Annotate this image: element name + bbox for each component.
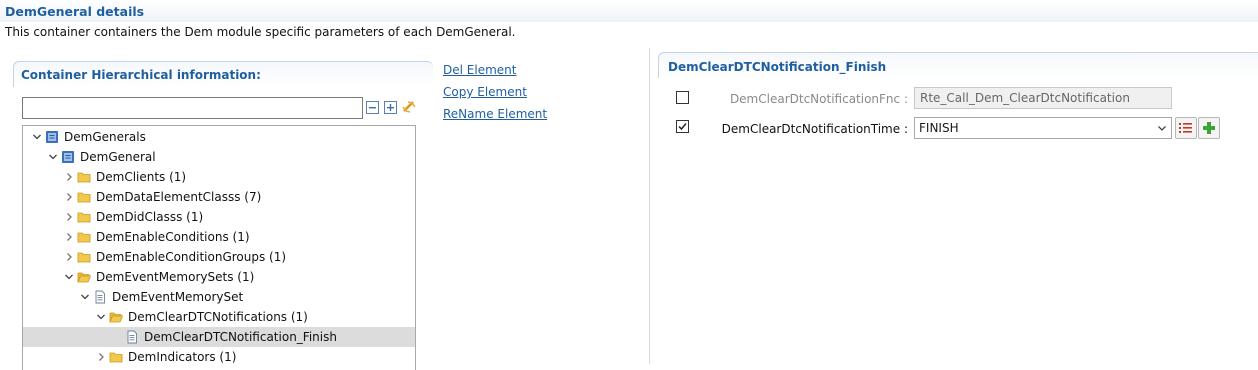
tree-node[interactable]: DemDidClasss (1) (23, 207, 415, 227)
chevron-down-icon[interactable] (47, 151, 59, 163)
chevron-right-icon[interactable] (63, 171, 75, 183)
expand-all-icon[interactable] (384, 101, 397, 114)
section-description: This container containers the Dem module… (5, 25, 516, 39)
folder-icon (77, 230, 91, 244)
tree-node[interactable]: DemEventMemorySet (23, 287, 415, 307)
folder-icon (77, 250, 91, 264)
module-icon (61, 150, 75, 164)
section-title: DemGeneral details (5, 4, 145, 19)
add-icon[interactable] (1198, 117, 1220, 139)
details-header-bar (0, 0, 1258, 22)
chevron-right-icon[interactable] (63, 251, 75, 263)
folder-open-icon (77, 270, 92, 284)
folder-icon (109, 350, 123, 364)
tree-node-label: DemClearDTCNotifications (1) (128, 310, 308, 324)
chevron-right-icon[interactable] (95, 351, 107, 363)
tree-node[interactable]: DemEnableConditions (1) (23, 227, 415, 247)
tree-node[interactable]: DemDataElementClasss (7) (23, 187, 415, 207)
chevron-down-icon[interactable] (63, 271, 75, 283)
detail-panel-header: DemClearDTCNotification_Finish (658, 52, 1258, 78)
collapse-all-icon[interactable] (366, 101, 379, 114)
tree-filter-input[interactable] (22, 97, 363, 119)
detail-panel-title: DemClearDTCNotification_Finish (668, 60, 887, 74)
folder-icon (77, 170, 91, 184)
tree-node[interactable]: DemEnableConditionGroups (1) (23, 247, 415, 267)
chevron-down-icon (1157, 122, 1167, 136)
tree-node-label: DemIndicators (1) (128, 350, 237, 364)
folder-open-icon (109, 310, 124, 324)
chevron-right-icon[interactable] (63, 211, 75, 223)
param-fnc-label: DemClearDtcNotificationFnc : (729, 92, 908, 106)
folder-icon (77, 210, 91, 224)
param-time-label: DemClearDtcNotificationTime : (721, 122, 908, 136)
panel-divider (649, 48, 650, 364)
chevron-down-icon[interactable] (31, 131, 43, 143)
document-icon (93, 290, 107, 304)
param-time-checkbox[interactable] (676, 120, 689, 133)
hierarchy-panel-title: Container Hierarchical information: (21, 68, 261, 82)
module-icon (45, 130, 59, 144)
tree-node-label: DemClients (1) (96, 170, 187, 184)
tree-node[interactable]: DemIndicators (1) (23, 347, 415, 367)
tree-node-label: DemDataElementClasss (7) (96, 190, 262, 204)
sync-link-icon[interactable] (401, 99, 417, 115)
tree-node-label: DemEventMemorySet (112, 290, 244, 304)
tree-node[interactable]: DemGenerals (23, 127, 415, 147)
param-fnc-checkbox[interactable] (676, 91, 689, 104)
chevron-down-icon[interactable] (79, 291, 91, 303)
list-icon[interactable] (1175, 117, 1197, 139)
copy-element-link[interactable]: Copy Element (443, 85, 527, 99)
tree-node[interactable]: DemGeneral (23, 147, 415, 167)
hierarchy-tree[interactable]: DemGenerals DemGeneral DemClients (1) DemDa… (22, 125, 416, 370)
tree-node[interactable]: DemClearDTCNotification_Finish (23, 327, 415, 347)
param-time-value: FINISH (919, 121, 959, 135)
chevron-right-icon[interactable] (63, 191, 75, 203)
tree-node-label: DemGeneral (80, 150, 156, 164)
folder-icon (77, 190, 91, 204)
tree-node-label: DemClearDTCNotification_Finish (144, 330, 337, 344)
chevron-right-icon[interactable] (63, 231, 75, 243)
param-time-select[interactable]: FINISH (914, 117, 1172, 139)
hierarchy-panel-header: Container Hierarchical information: (13, 61, 433, 87)
tree-node[interactable]: DemEventMemorySets (1) (23, 267, 415, 287)
document-icon (125, 330, 139, 344)
tree-node-label: DemEventMemorySets (1) (96, 270, 255, 284)
tree-node[interactable]: DemClients (1) (23, 167, 415, 187)
tree-node-label: DemDidClasss (1) (96, 210, 204, 224)
tree-node-label: DemEnableConditionGroups (1) (96, 250, 287, 264)
param-fnc-field[interactable]: Rte_Call_Dem_ClearDtcNotification (914, 87, 1172, 109)
chevron-down-icon[interactable] (95, 311, 107, 323)
delete-element-link[interactable]: Del Element (443, 63, 516, 77)
tree-node-label: DemGenerals (64, 130, 146, 144)
tree-node-label: DemEnableConditions (1) (96, 230, 250, 244)
rename-element-link[interactable]: ReName Element (443, 107, 547, 121)
tree-node[interactable]: DemClearDTCNotifications (1) (23, 307, 415, 327)
